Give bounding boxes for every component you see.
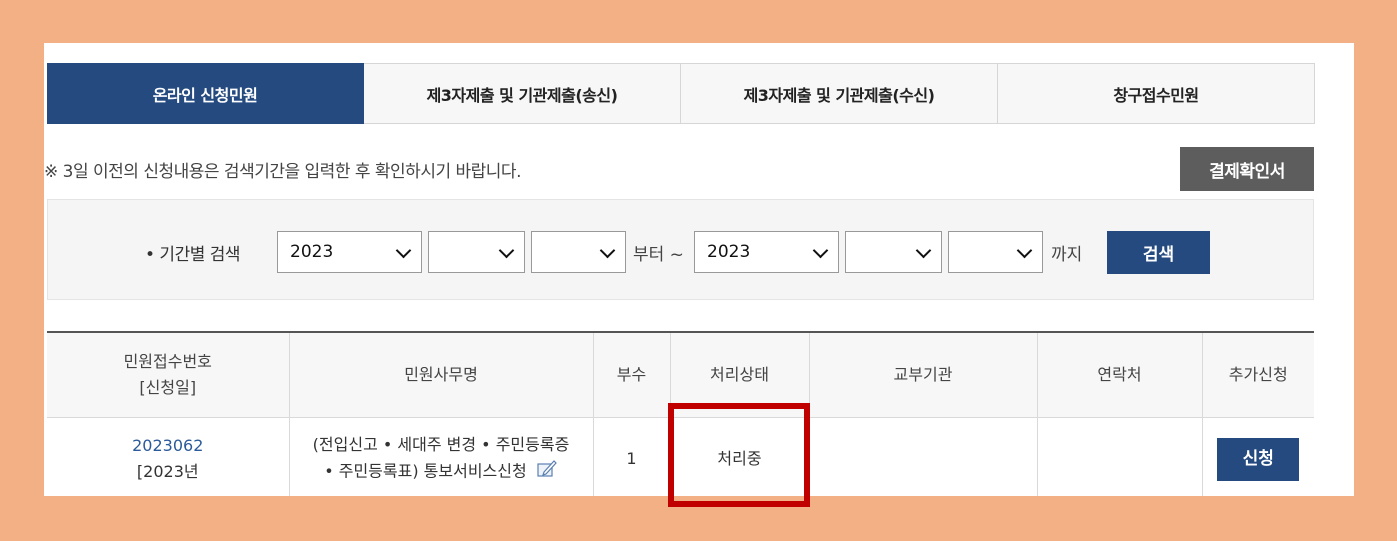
header-receipt-number: 민원접수번호 [신청일] (47, 331, 289, 418)
notice-text: ※ 3일 이전의 신청내용은 검색기간을 입력한 후 확인하시기 바랍니다. (44, 162, 521, 182)
chevron-down-icon (1016, 242, 1033, 259)
header-apply-date-label: [신청일] (139, 378, 197, 397)
from-text: 부터 ~ (633, 245, 684, 265)
service-name-line1: (전입신고 • 세대주 변경 • 주민등록증 (312, 435, 570, 454)
from-year-select[interactable]: 2023 (277, 231, 422, 273)
to-year-select[interactable]: 2023 (694, 231, 839, 273)
service-name-cell: (전입신고 • 세대주 변경 • 주민등록증 • 주민등록표) 통보서비스신청 (288, 417, 593, 496)
apply-button[interactable]: 신청 (1217, 437, 1300, 481)
receipt-number-link[interactable]: 2023062 (48, 433, 288, 459)
header-additional-apply: 추가신청 (1201, 331, 1314, 418)
tab-third-party-received[interactable]: 제3자제출 및 기관제출(수신) (681, 63, 998, 124)
to-day-select[interactable] (948, 231, 1043, 273)
search-button[interactable]: 검색 (1107, 231, 1210, 274)
header-copies: 부수 (592, 331, 670, 418)
agency-cell (808, 417, 1037, 496)
payment-confirmation-button[interactable]: 결제확인서 (1180, 147, 1314, 191)
tab-third-party-sent[interactable]: 제3자제출 및 기관제출(송신) (364, 63, 681, 124)
to-month-select[interactable] (845, 231, 942, 273)
tab-counter-applications[interactable]: 창구접수민원 (998, 63, 1315, 124)
edit-icon[interactable] (536, 458, 558, 486)
header-contact: 연락처 (1036, 331, 1202, 418)
tab-bar: 온라인 신청민원 제3자제출 및 기관제출(송신) 제3자제출 및 기관제출(수… (47, 63, 1315, 124)
chevron-down-icon (812, 242, 829, 259)
tab-online-applications[interactable]: 온라인 신청민원 (47, 63, 364, 124)
header-receipt-number-label: 민원접수번호 (123, 352, 212, 371)
to-year-value: 2023 (707, 242, 751, 262)
header-issuing-agency: 교부기관 (808, 331, 1037, 418)
period-search-box: • 기간별 검색 2023 부터 ~ 2023 까지 검색 (47, 199, 1314, 300)
chevron-down-icon (395, 242, 412, 259)
status-highlight-box (668, 403, 810, 507)
chevron-down-icon (915, 242, 932, 259)
from-year-value: 2023 (290, 242, 334, 262)
apply-date: [2023년 (136, 462, 199, 481)
additional-apply-cell: 신청 (1201, 417, 1314, 496)
from-day-select[interactable] (531, 231, 626, 273)
copies-cell: 1 (592, 417, 670, 496)
chevron-down-icon (498, 242, 515, 259)
from-month-select[interactable] (428, 231, 525, 273)
chevron-down-icon (599, 242, 616, 259)
receipt-number-cell: 2023062 [2023년 (47, 418, 289, 497)
contact-cell (1036, 417, 1202, 496)
header-service-name: 민원사무명 (288, 331, 593, 418)
to-text: 까지 (1051, 245, 1083, 265)
service-name-line2: • 주민등록표) 통보서비스신청 (324, 461, 527, 481)
period-search-label: • 기간별 검색 (145, 245, 241, 265)
